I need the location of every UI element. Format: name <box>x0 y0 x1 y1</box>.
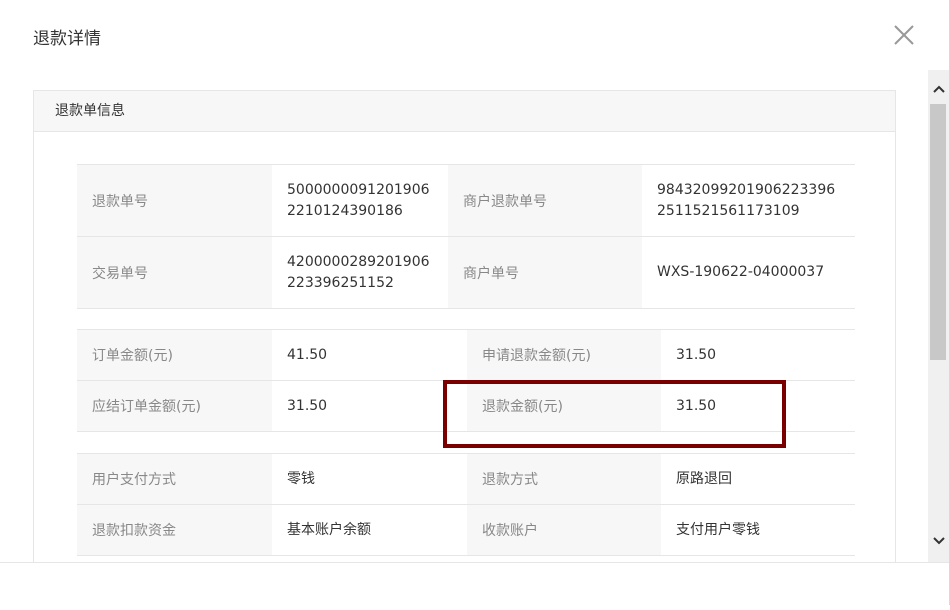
refund-method-label: 退款方式 <box>467 453 661 505</box>
payment-table: 用户支付方式 零钱 退款方式 原路退回 退款扣款资金 基本账户余额 收款账户 支… <box>77 453 855 556</box>
table-row: 交易单号 4200000289201906 223396251152 商户单号 … <box>77 236 855 309</box>
table-row: 退款单号 5000000091201906 2210124390186 商户退款… <box>77 164 855 237</box>
chevron-down-icon <box>932 536 945 544</box>
refund-method-value: 原路退回 <box>661 453 855 505</box>
close-button[interactable] <box>893 24 915 46</box>
merchant-refund-no-label: 商户退款单号 <box>448 164 642 237</box>
requested-refund-value: 31.50 <box>661 329 855 381</box>
dialog-title: 退款详情 <box>33 29 101 49</box>
refund-no-value: 5000000091201906 2210124390186 <box>272 164 448 237</box>
refund-fund-source-label: 退款扣款资金 <box>77 504 272 556</box>
merchant-order-no-value: WXS-190622-04000037 <box>642 236 855 309</box>
vertical-scrollbar[interactable] <box>928 70 949 562</box>
close-icon <box>894 25 914 45</box>
table-row: 退款扣款资金 基本账户余额 收款账户 支付用户零钱 <box>77 504 855 556</box>
refund-no-label: 退款单号 <box>77 164 272 237</box>
receiving-account-label: 收款账户 <box>467 504 661 556</box>
payment-method-value: 零钱 <box>272 453 467 505</box>
requested-refund-label: 申请退款金额(元) <box>467 329 661 381</box>
receiving-account-value: 支付用户零钱 <box>661 504 855 556</box>
chevron-up-icon <box>932 85 945 93</box>
id-table: 退款单号 5000000091201906 2210124390186 商户退款… <box>77 164 855 309</box>
amount-table: 订单金额(元) 41.50 申请退款金额(元) 31.50 应结订单金额(元) … <box>77 329 855 432</box>
settled-amount-label: 应结订单金额(元) <box>77 380 272 432</box>
dialog-footer <box>0 562 949 606</box>
transaction-no-value: 4200000289201906 223396251152 <box>272 236 448 309</box>
payment-method-label: 用户支付方式 <box>77 453 272 505</box>
scroll-thumb[interactable] <box>930 104 946 360</box>
refund-amount-label: 退款金额(元) <box>467 380 661 432</box>
transaction-no-label: 交易单号 <box>77 236 272 309</box>
table-row: 订单金额(元) 41.50 申请退款金额(元) 31.50 <box>77 329 855 381</box>
settled-amount-value: 31.50 <box>272 380 467 432</box>
merchant-order-no-label: 商户单号 <box>448 236 642 309</box>
scroll-up-button[interactable] <box>928 78 949 99</box>
refund-fund-source-value: 基本账户余额 <box>272 504 467 556</box>
scroll-down-button[interactable] <box>928 530 949 551</box>
dialog-header: 退款详情 <box>0 0 949 70</box>
refund-detail-dialog: 退款详情 退款单信息 退款单号 5000000091201906 2210124… <box>0 0 950 606</box>
table-row: 应结订单金额(元) 31.50 退款金额(元) 31.50 <box>77 380 855 432</box>
refund-info-section: 退款单信息 退款单号 5000000091201906 221012439018… <box>33 90 896 562</box>
order-amount-label: 订单金额(元) <box>77 329 272 381</box>
section-title: 退款单信息 <box>34 91 895 132</box>
merchant-refund-no-value: 98432099201906223396 2511521561173109 <box>642 164 855 237</box>
dialog-body: 退款单信息 退款单号 5000000091201906 221012439018… <box>0 70 927 562</box>
table-row: 用户支付方式 零钱 退款方式 原路退回 <box>77 453 855 505</box>
refund-amount-value: 31.50 <box>661 380 855 432</box>
order-amount-value: 41.50 <box>272 329 467 381</box>
